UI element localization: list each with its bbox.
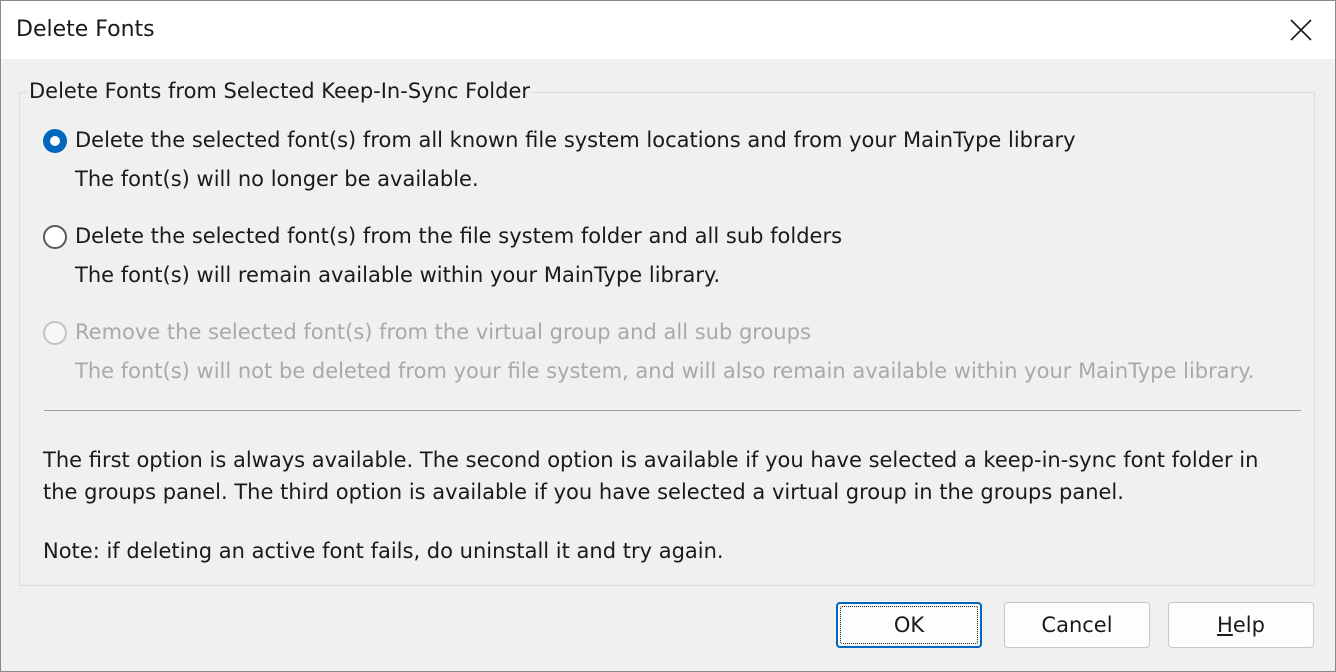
cancel-button-label: Cancel <box>1041 613 1113 637</box>
option-delete-folder-label[interactable]: Delete the selected font(s) from the fil… <box>75 224 842 248</box>
option-delete-all-label[interactable]: Delete the selected font(s) from all kno… <box>75 128 1076 152</box>
help-label-rest: elp <box>1232 613 1265 637</box>
option-delete-folder-radio[interactable] <box>43 225 67 249</box>
help-mnemonic: H <box>1217 613 1233 637</box>
close-icon <box>1290 19 1312 41</box>
option-delete-folder-description: The font(s) will remain available within… <box>75 263 721 287</box>
group-legend: Delete Fonts from Selected Keep-In-Sync … <box>27 79 533 103</box>
info-text: The first option is always available. Th… <box>43 448 1259 504</box>
close-button[interactable] <box>1267 1 1335 59</box>
help-button-label: Help <box>1217 613 1265 637</box>
option-remove-virtual-radio <box>43 321 67 345</box>
window-title: Delete Fonts <box>16 17 155 42</box>
delete-fonts-dialog: Delete Fonts Delete Fonts from Selected … <box>0 0 1336 672</box>
separator <box>44 410 1301 411</box>
ok-button[interactable]: OK <box>836 602 982 648</box>
option-remove-virtual-label: Remove the selected font(s) from the vir… <box>75 320 811 344</box>
cancel-button[interactable]: Cancel <box>1004 602 1150 648</box>
option-remove-virtual-description: The font(s) will not be deleted from you… <box>75 359 1255 383</box>
note-text: Note: if deleting an active font fails, … <box>43 539 724 563</box>
title-bar: Delete Fonts <box>1 1 1335 59</box>
option-delete-all-description: The font(s) will no longer be available. <box>75 167 479 191</box>
help-button[interactable]: Help <box>1168 602 1314 648</box>
ok-button-label: OK <box>893 613 925 637</box>
option-delete-all-radio[interactable] <box>43 129 67 153</box>
